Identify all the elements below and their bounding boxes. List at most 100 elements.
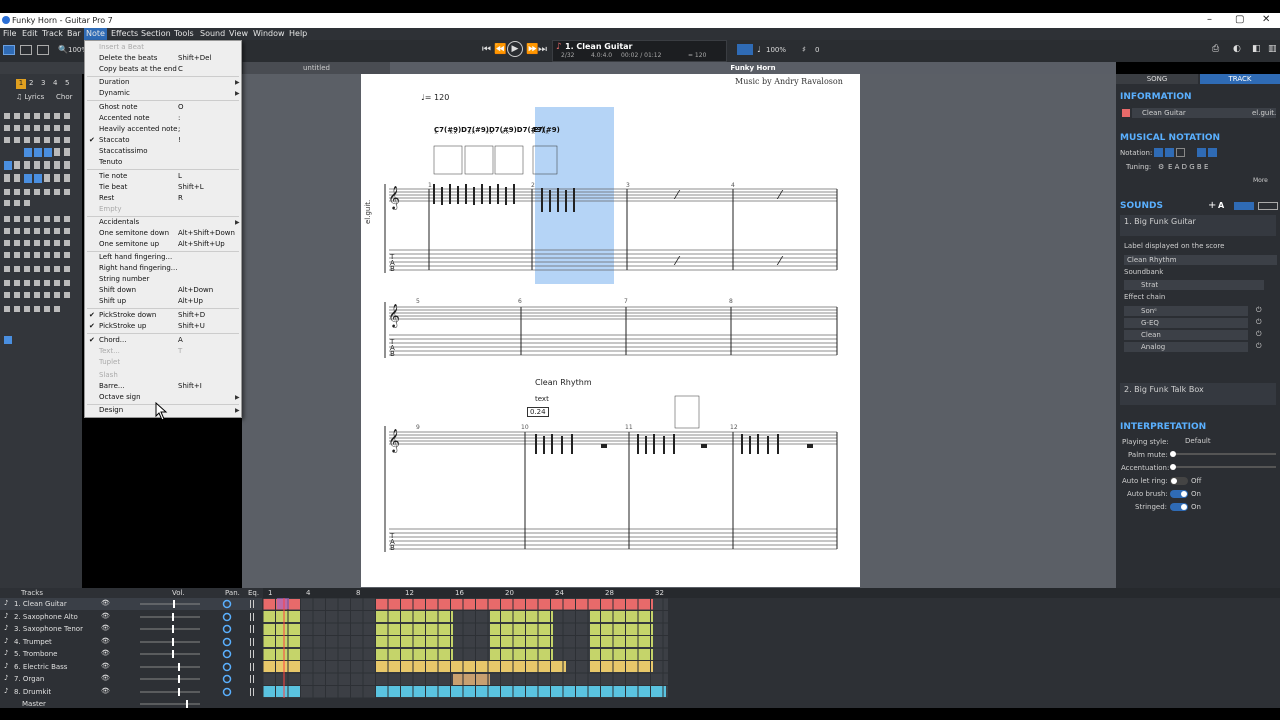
- menu-item-tie-note[interactable]: Tie note: [99, 172, 127, 180]
- tuning-value[interactable]: E A D G B E: [1168, 163, 1208, 171]
- menu-item-chord[interactable]: Chord...: [99, 336, 126, 344]
- auto-let-ring-toggle[interactable]: [1170, 477, 1188, 485]
- gear-icon[interactable]: ⚙: [1158, 163, 1164, 171]
- add-sound-icon[interactable]: +: [1208, 200, 1216, 211]
- menu-item-staccato[interactable]: Staccato: [99, 136, 130, 144]
- rewind-icon[interactable]: ⏪: [494, 44, 506, 55]
- accentuation-slider[interactable]: [1171, 466, 1276, 468]
- automation-icon[interactable]: A: [1218, 201, 1224, 210]
- view-option-icon[interactable]: [1208, 148, 1217, 157]
- standard-notation-icon[interactable]: [1154, 148, 1163, 157]
- power-icon[interactable]: ⏻: [1256, 306, 1262, 315]
- zoom-icon[interactable]: 🔍: [58, 45, 68, 54]
- track-name-field[interactable]: Clean Guitar el.guit.: [1132, 108, 1276, 118]
- menu-item-dynamic[interactable]: Dynamic: [99, 89, 130, 97]
- effect-row[interactable]: Sonᵉ: [1124, 306, 1248, 316]
- timeline-ruler[interactable]: 1 4 8 12 16 20 24 28 32: [263, 588, 1280, 598]
- eye-icon[interactable]: 👁: [101, 612, 110, 620]
- menu-sound[interactable]: Sound: [200, 29, 225, 38]
- sound-1-row[interactable]: 1. Big Funk Guitar: [1120, 215, 1276, 236]
- menu-item-tenuto[interactable]: Tenuto: [99, 158, 122, 166]
- score-page[interactable]: Music by Andry Ravaloson ♩= 120 C7(#9)D7…: [361, 74, 860, 587]
- menu-item-semitone-down[interactable]: One semitone down: [99, 229, 169, 237]
- tuner-icon[interactable]: ◐: [1233, 44, 1241, 54]
- voice-3-button[interactable]: 3: [41, 79, 45, 87]
- auto-brush-toggle[interactable]: [1170, 490, 1188, 498]
- menu-item-design[interactable]: Design: [99, 406, 123, 414]
- minimize-icon[interactable]: –: [1207, 14, 1212, 25]
- menu-view[interactable]: View: [229, 29, 248, 38]
- menu-item-barre[interactable]: Barre...: [99, 382, 125, 390]
- panel-icon[interactable]: ▥: [1268, 44, 1277, 54]
- print-icon[interactable]: ⎙: [1212, 44, 1219, 54]
- slider-thumb[interactable]: [1170, 451, 1176, 457]
- power-icon[interactable]: ⏻: [1256, 330, 1262, 339]
- go-start-icon[interactable]: ⏮: [482, 44, 491, 55]
- voice-2-button[interactable]: 2: [29, 79, 33, 87]
- track-tab[interactable]: TRACK: [1200, 74, 1280, 84]
- eye-icon[interactable]: 👁: [101, 649, 110, 657]
- menu-bar-item[interactable]: Bar: [67, 29, 81, 38]
- horizontal-view-icon[interactable]: [20, 45, 32, 55]
- mixer-controls[interactable]: [140, 598, 262, 708]
- menu-item-pickstroke-up[interactable]: PickStroke up: [99, 322, 146, 330]
- menu-track[interactable]: Track: [42, 29, 63, 38]
- voice-5-button[interactable]: 5: [65, 79, 69, 87]
- menu-item-accidentals[interactable]: Accidentals: [99, 218, 139, 226]
- palette-icons[interactable]: [2, 108, 82, 348]
- menu-window[interactable]: Window: [253, 29, 285, 38]
- go-end-icon[interactable]: ⏭: [538, 44, 547, 55]
- slash-notation-icon[interactable]: [1176, 148, 1185, 157]
- menu-tools[interactable]: Tools: [174, 29, 194, 38]
- menu-item-shift-up[interactable]: Shift up: [99, 297, 126, 305]
- settings-icon[interactable]: ◧: [1252, 44, 1261, 54]
- transpose-icon[interactable]: ♯: [802, 45, 806, 54]
- tab-notation-icon[interactable]: [1165, 148, 1174, 157]
- menu-item-ghost-note[interactable]: Ghost note: [99, 103, 138, 111]
- menu-item-left-hand-fingering[interactable]: Left hand fingering...: [99, 253, 172, 261]
- menu-item-accented-note[interactable]: Accented note: [99, 114, 150, 122]
- eye-icon[interactable]: 👁: [101, 624, 110, 632]
- effect-row[interactable]: Clean: [1124, 330, 1248, 340]
- voice-4-button[interactable]: 4: [53, 79, 57, 87]
- menu-item-shift-down[interactable]: Shift down: [99, 286, 136, 294]
- maximize-icon[interactable]: ▢: [1235, 14, 1244, 25]
- eye-icon[interactable]: 👁: [101, 637, 110, 645]
- tab-funky-horn[interactable]: Funky Horn: [390, 62, 1116, 74]
- transpose-value[interactable]: 0: [815, 46, 819, 54]
- play-icon[interactable]: ▶: [507, 41, 523, 57]
- menu-note[interactable]: Note: [84, 28, 107, 40]
- effect-row[interactable]: G-EQ: [1124, 318, 1248, 328]
- midi-icon[interactable]: [1258, 202, 1278, 210]
- rse-icon[interactable]: [1234, 202, 1254, 210]
- menu-item-pickstroke-down[interactable]: PickStroke down: [99, 311, 156, 319]
- effect-row[interactable]: Analog: [1124, 342, 1248, 352]
- eye-icon[interactable]: 👁: [101, 687, 110, 695]
- song-tab[interactable]: SONG: [1116, 74, 1198, 84]
- close-icon[interactable]: ✕: [1262, 14, 1270, 25]
- chords-button[interactable]: Chor: [56, 93, 73, 101]
- menu-item-copy-beats[interactable]: Copy beats at the end: [99, 65, 177, 73]
- track-blocks-grid[interactable]: [263, 598, 683, 708]
- menu-item-staccatissimo[interactable]: Staccatissimo: [99, 147, 148, 155]
- power-icon[interactable]: ⏻: [1256, 342, 1262, 351]
- lyrics-button[interactable]: ♫ Lyrics: [16, 93, 44, 101]
- page-view-icon[interactable]: [3, 45, 15, 55]
- eye-icon[interactable]: 👁: [101, 662, 110, 670]
- eye-icon[interactable]: 👁: [101, 674, 110, 682]
- menu-item-rest[interactable]: Rest: [99, 194, 114, 202]
- speed-value[interactable]: 100%: [766, 46, 786, 54]
- menu-item-right-hand-fingering[interactable]: Right hand fingering...: [99, 264, 177, 272]
- view-option-icon[interactable]: [1197, 148, 1206, 157]
- power-icon[interactable]: ⏻: [1256, 318, 1262, 327]
- loop-icon[interactable]: [737, 44, 753, 55]
- playing-style-select[interactable]: Default: [1182, 436, 1216, 446]
- menu-help[interactable]: Help: [289, 29, 307, 38]
- eye-icon[interactable]: 👁: [101, 599, 110, 607]
- menu-item-heavily-accented[interactable]: Heavily accented note: [99, 125, 177, 133]
- more-button[interactable]: More: [1253, 177, 1268, 184]
- track-color-swatch[interactable]: [1122, 109, 1130, 117]
- sound-2-row[interactable]: 2. Big Funk Talk Box: [1120, 383, 1276, 405]
- menu-item-octave-sign[interactable]: Octave sign: [99, 393, 141, 401]
- stringed-toggle[interactable]: [1170, 503, 1188, 511]
